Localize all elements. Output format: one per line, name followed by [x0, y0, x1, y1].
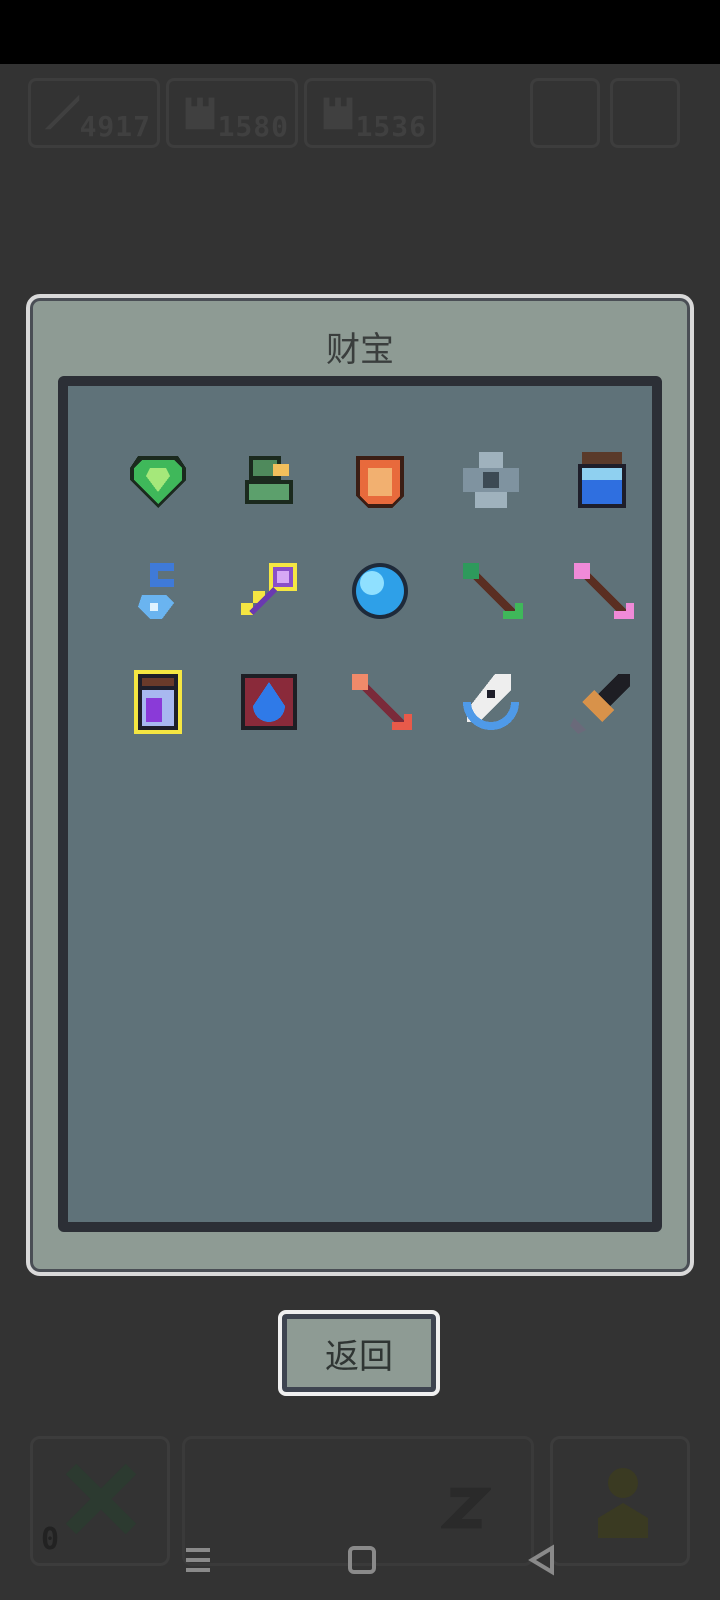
treasure-slot[interactable]	[548, 426, 659, 537]
treasure-dialog: 财宝	[26, 294, 694, 1276]
treasure-slot[interactable]	[104, 537, 215, 648]
blue-crystal-charm-icon	[138, 563, 174, 619]
treasure-slot[interactable]	[437, 537, 548, 648]
hud-button-1	[530, 78, 600, 148]
treasure-slot[interactable]	[326, 426, 437, 537]
treasure-slot[interactable]	[548, 537, 659, 648]
treasure-slot[interactable]	[215, 426, 326, 537]
resource-castle-a: 1580	[166, 78, 298, 148]
treasure-slot-highlighted[interactable]	[215, 537, 326, 648]
stone-totem-icon	[463, 452, 519, 508]
treasure-slot[interactable]	[437, 426, 548, 537]
treasure-slot[interactable]	[437, 648, 548, 759]
resource-castle-b: 1536	[304, 78, 436, 148]
system-navbar	[0, 1530, 720, 1590]
white-anchor-icon	[463, 674, 519, 730]
red-arrow-icon	[352, 674, 412, 730]
treasure-slot[interactable]	[215, 648, 326, 759]
orange-armor-icon	[356, 456, 404, 508]
treasure-grid	[104, 426, 659, 759]
bronze-blade-icon	[570, 674, 630, 734]
green-arrow-icon	[463, 563, 523, 619]
treasure-slot[interactable]	[548, 648, 659, 759]
purple-key-icon	[241, 563, 297, 615]
treasure-slot[interactable]	[326, 648, 437, 759]
treasure-slot[interactable]	[326, 537, 437, 648]
blue-orb-icon	[352, 563, 408, 619]
resource-hud: 4917 1580 1536	[28, 78, 692, 150]
treasure-slot[interactable]	[104, 426, 215, 537]
green-helmet-icon	[245, 456, 293, 504]
treasure-panel	[58, 376, 662, 1232]
blue-flame-box-icon	[241, 674, 297, 730]
dialog-title: 财宝	[326, 330, 394, 370]
home-icon[interactable]	[342, 1540, 382, 1580]
pink-arrow-icon	[574, 563, 634, 619]
resource-weapon: 4917	[28, 78, 160, 148]
back-button[interactable]: 返回	[278, 1310, 440, 1396]
menu-icon[interactable]	[178, 1540, 218, 1580]
resource-value: 1580	[217, 110, 289, 143]
resource-value: 1536	[355, 110, 427, 143]
resource-value: 4917	[79, 110, 151, 143]
hud-button-2	[610, 78, 680, 148]
crossed-swords-icon	[65, 1463, 137, 1535]
treasure-slot-highlighted[interactable]	[104, 648, 215, 759]
green-gem-icon	[130, 456, 186, 508]
purple-potion-jar-icon	[134, 670, 182, 734]
status-bar	[0, 0, 720, 64]
sleep-icon	[441, 1487, 491, 1529]
sword-icon	[44, 94, 80, 130]
back-icon[interactable]	[522, 1540, 562, 1580]
castle-icon	[323, 97, 353, 130]
blue-jar-icon	[578, 452, 626, 508]
castle-icon	[185, 97, 215, 130]
